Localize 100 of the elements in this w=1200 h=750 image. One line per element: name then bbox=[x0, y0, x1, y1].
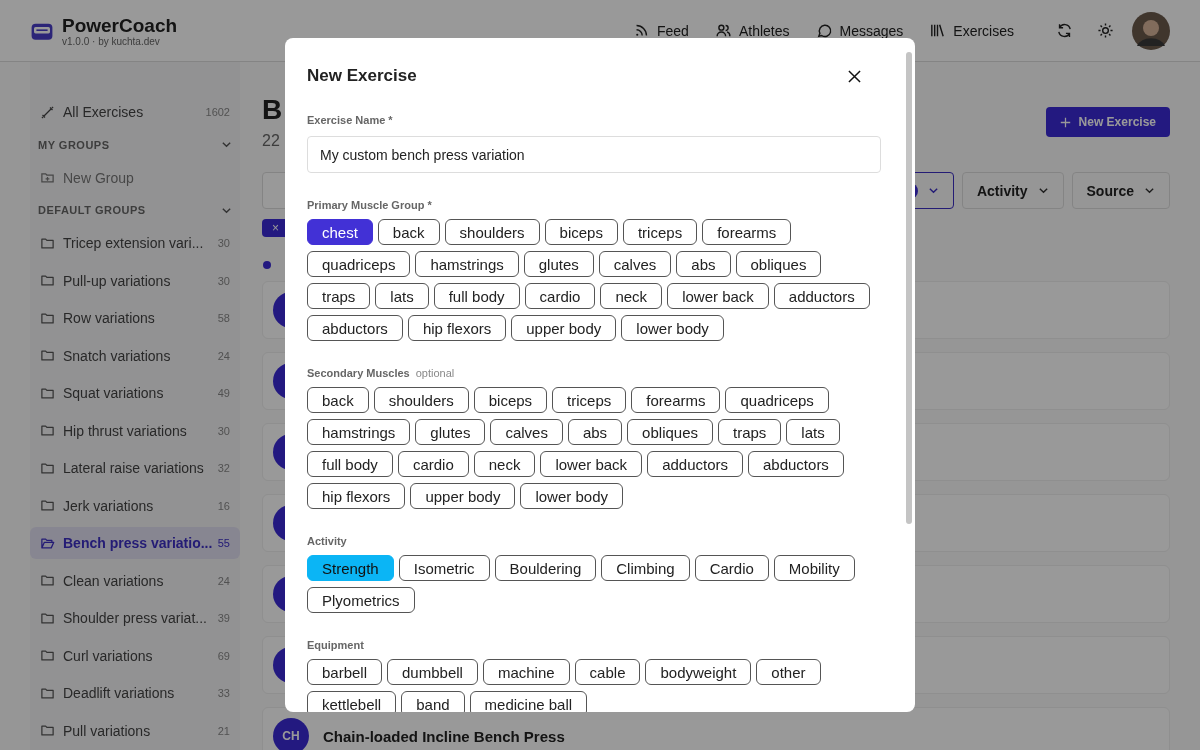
tag-option[interactable]: Mobility bbox=[773, 555, 855, 581]
tag-option[interactable]: lower body bbox=[520, 483, 623, 509]
tag-option[interactable]: triceps bbox=[622, 219, 698, 245]
close-icon[interactable] bbox=[848, 69, 861, 83]
nav-link[interactable]: Feed bbox=[633, 22, 689, 39]
tag-option[interactable]: glutes bbox=[523, 251, 594, 277]
tag-option[interactable]: cable bbox=[574, 659, 641, 685]
chevron-down-icon[interactable] bbox=[221, 139, 232, 150]
sidebar-item[interactable]: Pull variations 21 bbox=[30, 714, 240, 747]
filter-dropdown[interactable]: Activity bbox=[961, 172, 1064, 209]
tag-option[interactable]: upper body bbox=[410, 483, 516, 509]
tag-option[interactable]: hip flexors bbox=[307, 483, 406, 509]
chat-icon bbox=[815, 22, 833, 39]
tag-option[interactable]: lower body bbox=[621, 315, 724, 341]
tag-option[interactable]: neck bbox=[600, 283, 663, 309]
tag-option[interactable]: abductors bbox=[748, 451, 844, 477]
tag-option[interactable]: shoulders bbox=[444, 219, 540, 245]
tag-option[interactable]: biceps bbox=[544, 219, 618, 245]
tag-option[interactable]: obliques bbox=[627, 419, 713, 445]
tag-option[interactable]: chest bbox=[307, 219, 373, 245]
field-label: Activity bbox=[307, 535, 347, 547]
tag-option[interactable]: lower back bbox=[667, 283, 769, 309]
sidebar-item[interactable]: Jerk variations 16 bbox=[30, 489, 240, 522]
tag-option[interactable]: forearms bbox=[631, 387, 721, 413]
avatar-icon[interactable] bbox=[1132, 11, 1170, 50]
tag-option[interactable]: quadriceps bbox=[725, 387, 829, 413]
tag-option[interactable]: traps bbox=[307, 283, 371, 309]
tag-option[interactable]: adductors bbox=[647, 451, 743, 477]
tag-option[interactable]: forearms bbox=[702, 219, 792, 245]
tag-option[interactable]: machine bbox=[482, 659, 570, 685]
tag-option[interactable]: abductors bbox=[307, 315, 403, 341]
tag-option[interactable]: back bbox=[377, 219, 440, 245]
folder-icon bbox=[40, 648, 55, 663]
tag-option[interactable]: abs bbox=[567, 419, 623, 445]
tag-option[interactable]: calves bbox=[490, 419, 563, 445]
filter-dropdown[interactable]: Source bbox=[1071, 172, 1170, 209]
tag-option[interactable]: dumbbell bbox=[387, 659, 478, 685]
input-field[interactable]: My custom bench press variation bbox=[307, 136, 881, 173]
dialog-title: New Exercise bbox=[307, 66, 417, 86]
sidebar-item[interactable]: Pull-up variations 30 bbox=[30, 264, 240, 297]
tag-option[interactable]: hamstrings bbox=[415, 251, 519, 277]
app-version: v1.0.0 · by kuchta.dev bbox=[62, 35, 161, 47]
sidebar-item[interactable]: Tricep extension vari... 30 bbox=[30, 227, 240, 259]
tag-option[interactable]: adductors bbox=[773, 283, 870, 309]
folder-icon bbox=[40, 348, 55, 363]
tag-option[interactable]: upper body bbox=[511, 315, 617, 341]
sidebar-item[interactable]: Snatch variations 24 bbox=[30, 339, 240, 372]
tag-option[interactable]: full body bbox=[433, 283, 520, 309]
tag-option[interactable]: neck bbox=[473, 451, 536, 477]
tag-option[interactable]: full body bbox=[307, 451, 393, 477]
tag-option[interactable]: quadriceps bbox=[307, 251, 411, 277]
tag-option[interactable]: hamstrings bbox=[307, 419, 411, 445]
tag-option[interactable]: bodyweight bbox=[645, 659, 752, 685]
tag-option[interactable]: glutes bbox=[415, 419, 486, 445]
tag-option[interactable]: abs bbox=[676, 251, 731, 277]
tag-option[interactable]: Plyometrics bbox=[307, 587, 415, 613]
plus-icon bbox=[1059, 116, 1071, 128]
sidebar-item[interactable]: Clean variations 24 bbox=[30, 564, 240, 597]
tag-option[interactable]: medicine ball bbox=[469, 691, 588, 712]
tag-option[interactable]: Climbing bbox=[601, 555, 690, 581]
status-dot bbox=[263, 261, 271, 269]
sidebar-item[interactable]: Lateral raise variations 32 bbox=[30, 452, 240, 484]
tag-option[interactable]: Strength bbox=[307, 555, 394, 581]
sidebar-item[interactable]: Row variations 58 bbox=[30, 302, 240, 334]
tag-option[interactable]: hip flexors bbox=[407, 315, 507, 341]
sidebar-item[interactable]: Hip thrust variations 30 bbox=[30, 414, 240, 447]
refresh-icon[interactable] bbox=[1056, 22, 1073, 39]
tag-option[interactable]: band bbox=[401, 691, 465, 712]
tag-option[interactable]: barbell bbox=[307, 659, 383, 685]
tag-option[interactable]: biceps bbox=[473, 387, 548, 413]
sun-icon[interactable] bbox=[1097, 22, 1114, 39]
tag-option[interactable]: cardio bbox=[524, 283, 596, 309]
tag-option[interactable]: calves bbox=[598, 251, 672, 277]
tag-option[interactable]: cardio bbox=[397, 451, 469, 477]
sidebar-item[interactable]: Deadlift variations 33 bbox=[30, 677, 240, 709]
field-label: Exercise Name * bbox=[307, 114, 393, 126]
nav-link[interactable]: Exercises bbox=[929, 22, 1014, 39]
tag-option[interactable]: Cardio bbox=[694, 555, 769, 581]
tag-option[interactable]: shoulders bbox=[373, 387, 469, 413]
sidebar-item[interactable]: Bench press variatio... 55 bbox=[30, 527, 240, 559]
sidebar-item[interactable]: All Exercises 1602 bbox=[30, 96, 240, 128]
tag-option[interactable]: traps bbox=[718, 419, 782, 445]
nav-link[interactable]: Athletes bbox=[714, 22, 790, 39]
tag-option[interactable]: lower back bbox=[540, 451, 643, 477]
chevron-down-icon bbox=[927, 185, 939, 196]
tag-option[interactable]: other bbox=[756, 659, 821, 685]
tag-option[interactable]: lats bbox=[786, 419, 840, 445]
tag-option[interactable]: obliques bbox=[735, 251, 822, 277]
tag-option[interactable]: back bbox=[307, 387, 369, 413]
sidebar-item[interactable]: Curl variations 69 bbox=[30, 639, 240, 672]
sidebar-item[interactable]: Shoulder press variat... 39 bbox=[30, 602, 240, 634]
tag-option[interactable]: Isometric bbox=[398, 555, 490, 581]
tag-option[interactable]: kettlebell bbox=[307, 691, 397, 712]
sidebar-item[interactable]: Squat variations 49 bbox=[30, 377, 240, 409]
tag-option[interactable]: triceps bbox=[552, 387, 627, 413]
tag-option[interactable]: lats bbox=[375, 283, 429, 309]
new-exercise-button[interactable]: New Exercise bbox=[1045, 107, 1170, 137]
exercise-count: 22 bbox=[262, 132, 281, 150]
nav-link[interactable]: Messages bbox=[815, 22, 904, 39]
tag-option[interactable]: Bouldering bbox=[494, 555, 597, 581]
